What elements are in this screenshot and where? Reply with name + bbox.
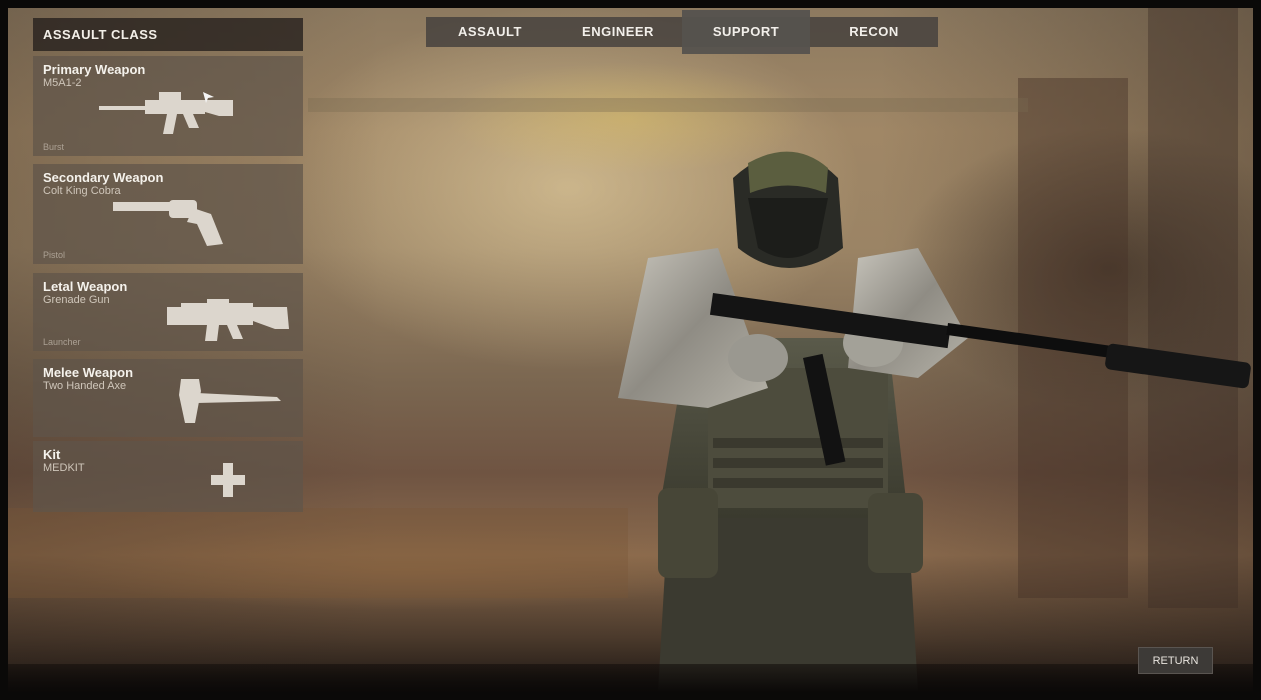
- background-foliage: [8, 508, 628, 598]
- slot-name: Melee Weapon: [43, 365, 134, 380]
- return-button[interactable]: RETURN: [1138, 647, 1213, 674]
- slot-name: Secondary Weapon: [43, 170, 164, 185]
- tab-engineer[interactable]: ENGINEER: [554, 17, 682, 47]
- slot-item: MEDKIT: [43, 462, 85, 474]
- soldier-character-model: [618, 151, 1251, 692]
- slot-name: Kit: [43, 447, 61, 462]
- tab-recon[interactable]: RECON: [810, 17, 938, 47]
- cursor-pointer-icon: [203, 92, 214, 103]
- revolver-icon: [113, 200, 223, 246]
- slot-item: Colt King Cobra: [43, 185, 121, 197]
- primary-weapon-slot[interactable]: Primary Weapon M5A1-2 Burst: [33, 56, 303, 156]
- kit-slot[interactable]: Kit MEDKIT: [33, 441, 303, 512]
- tab-assault[interactable]: ASSAULT: [426, 17, 554, 47]
- axe-icon: [179, 379, 281, 423]
- slot-name: Primary Weapon: [43, 62, 146, 77]
- class-title: ASSAULT CLASS: [33, 18, 303, 51]
- plus-icon: [211, 463, 245, 497]
- grenade-launcher-icon: [167, 299, 289, 341]
- tab-support[interactable]: SUPPORT: [682, 10, 810, 54]
- slot-type: Launcher: [43, 337, 81, 347]
- slot-type: Burst: [43, 142, 65, 152]
- melee-weapon-slot[interactable]: Melee Weapon Two Handed Axe: [33, 359, 303, 437]
- background-beam: [308, 98, 1028, 112]
- lethal-weapon-slot[interactable]: Letal Weapon Grenade Gun Launcher: [33, 273, 303, 351]
- class-tab-bar: ASSAULT ENGINEER SUPPORT RECON: [426, 10, 938, 54]
- slot-name: Letal Weapon: [43, 279, 128, 294]
- bottom-bar: [8, 664, 1253, 692]
- slot-type: Pistol: [43, 250, 66, 260]
- secondary-weapon-slot[interactable]: Secondary Weapon Colt King Cobra Pistol: [33, 164, 303, 264]
